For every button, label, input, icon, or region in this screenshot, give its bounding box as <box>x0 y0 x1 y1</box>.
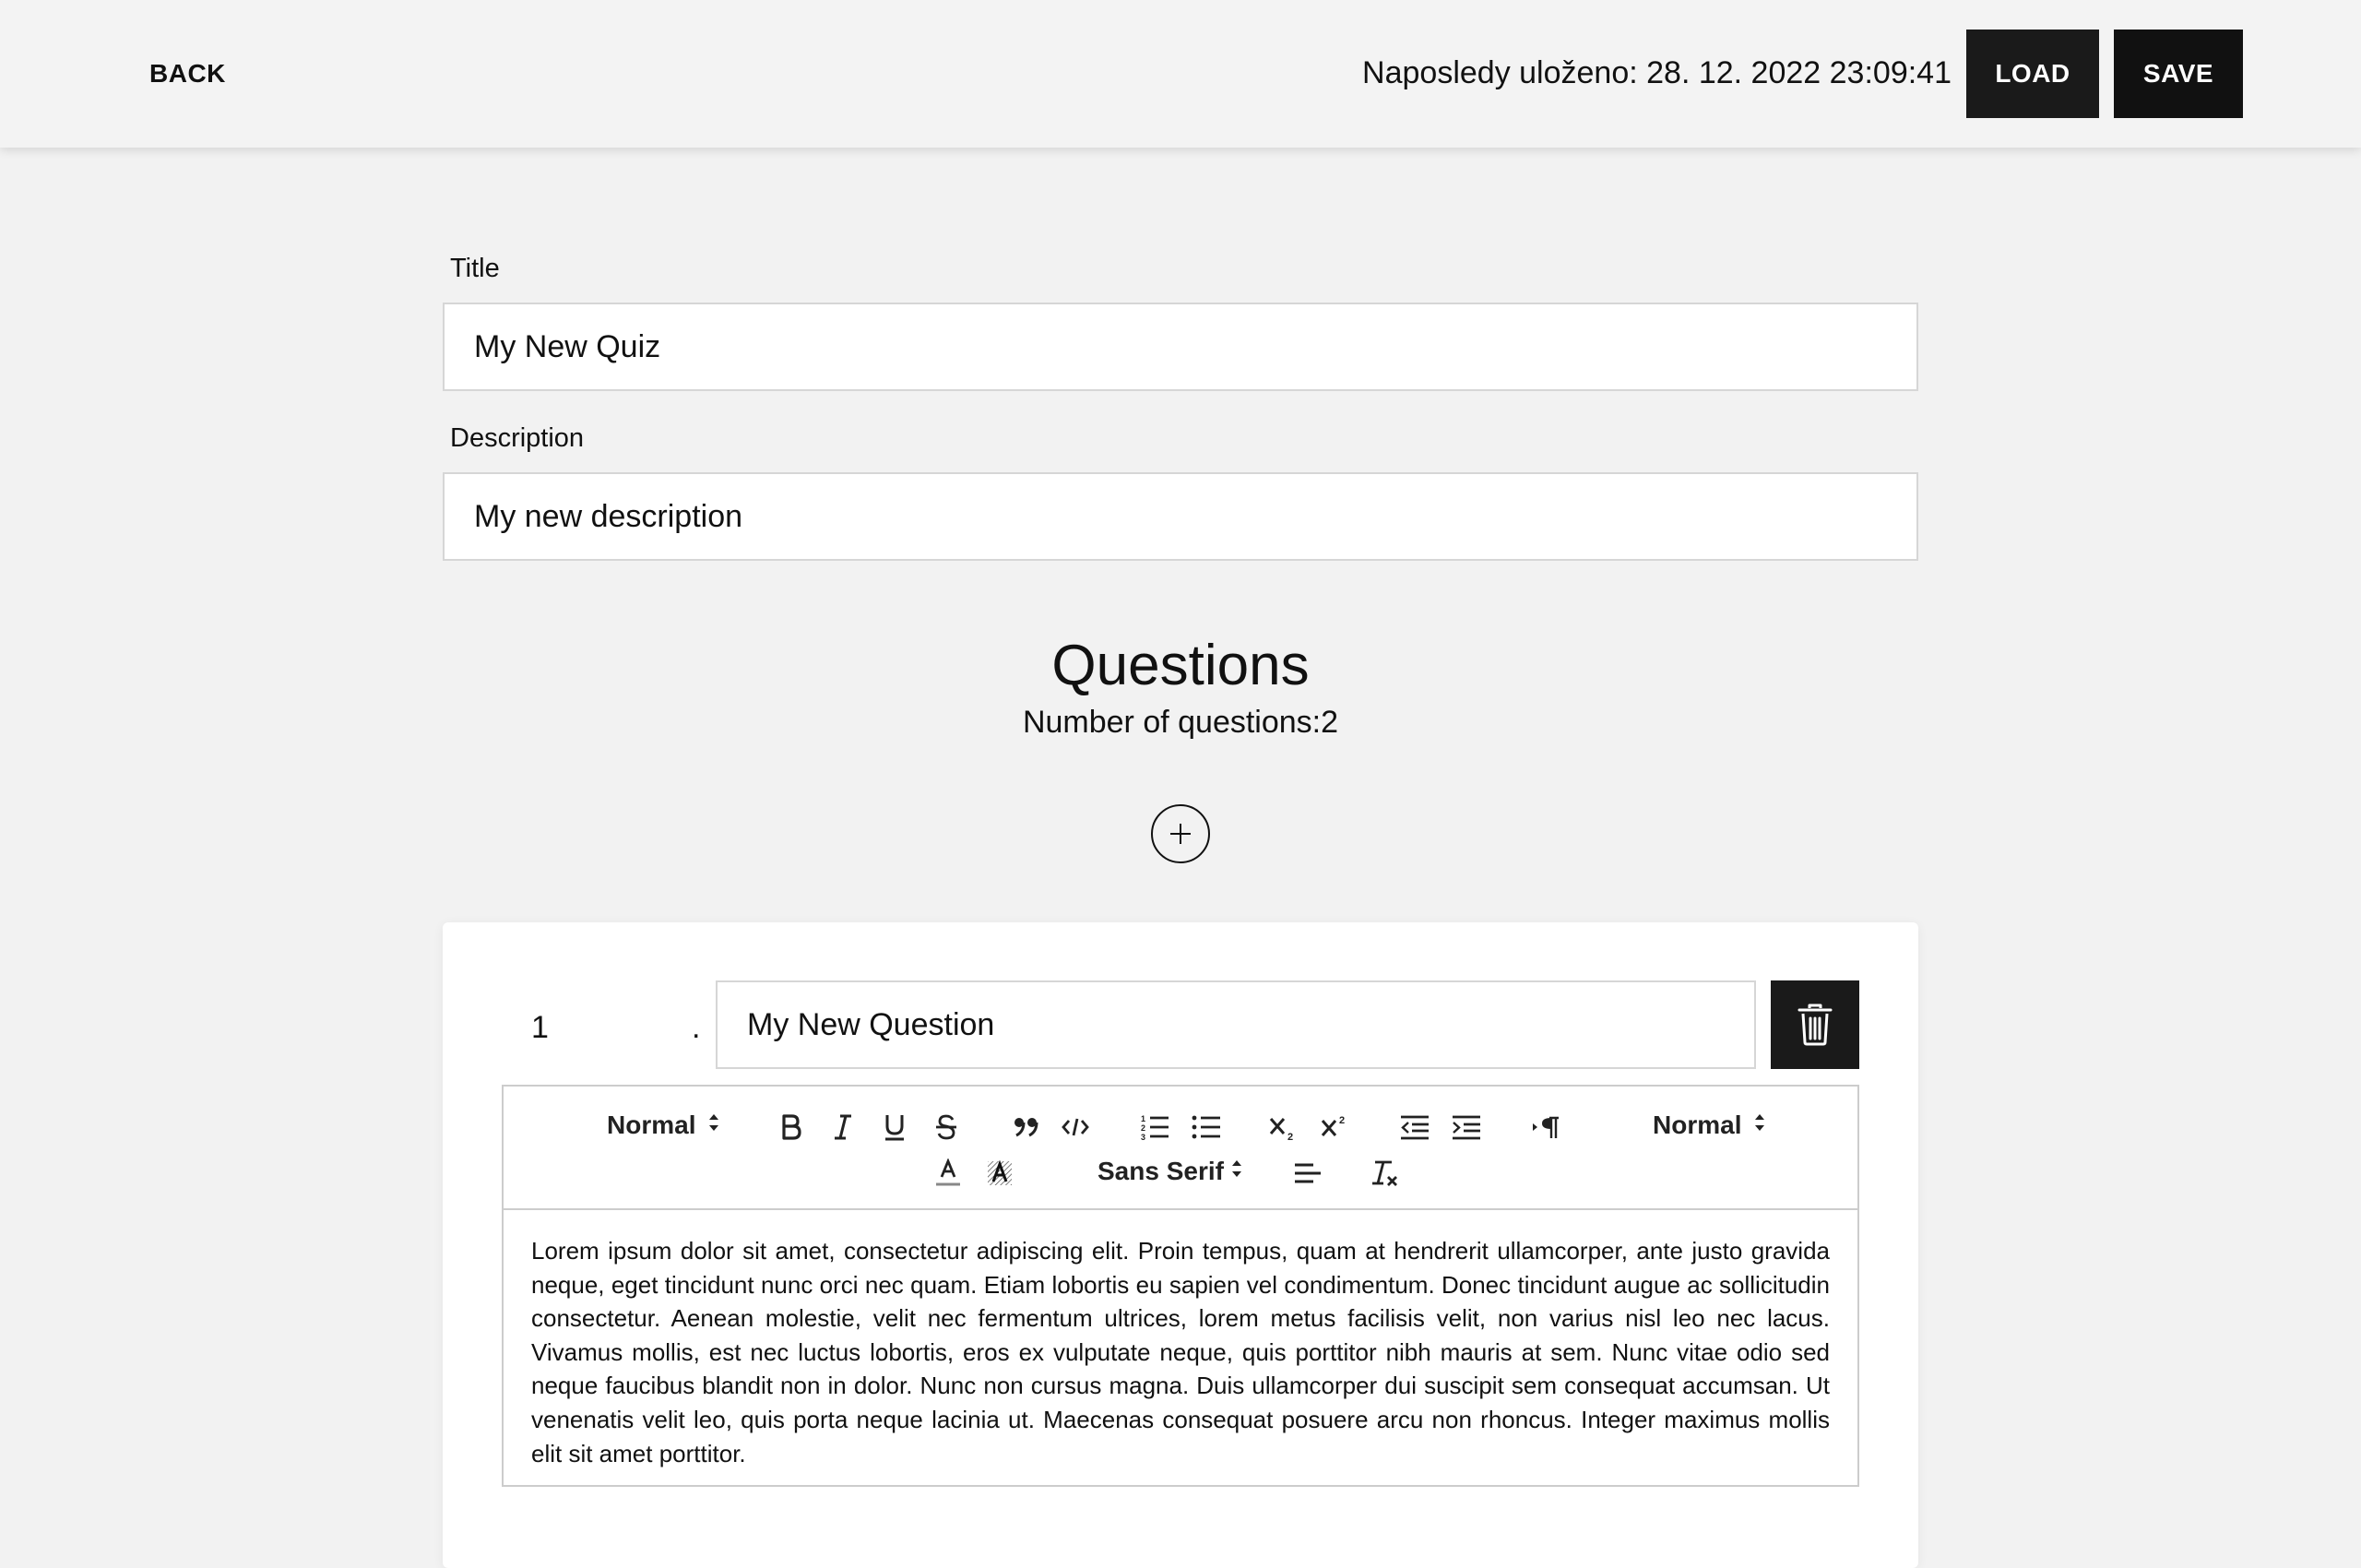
editor-toolbar: Normal 1 2 3 2 2 Normal Sans Serif <box>502 1085 1859 1210</box>
question-number-dot: . <box>692 1010 701 1045</box>
size-select[interactable]: Normal <box>1653 1111 1765 1140</box>
underline-button[interactable] <box>876 1109 913 1146</box>
bullet-list-button[interactable] <box>1188 1109 1225 1146</box>
svg-text:1: 1 <box>1141 1114 1145 1123</box>
title-label: Title <box>450 254 500 283</box>
blockquote-icon <box>1014 1118 1038 1137</box>
save-button[interactable]: SAVE <box>2114 30 2243 118</box>
blockquote-button[interactable] <box>1007 1109 1044 1146</box>
header-select[interactable]: Normal <box>607 1111 719 1140</box>
background-color-button[interactable] <box>981 1155 1018 1192</box>
superscript-button[interactable]: 2 <box>1317 1109 1354 1146</box>
background-color-icon <box>988 1159 1012 1185</box>
title-input[interactable] <box>443 303 1918 391</box>
outdent-icon <box>1401 1115 1429 1140</box>
text-color-icon <box>936 1158 960 1186</box>
indent-button[interactable] <box>1448 1109 1485 1146</box>
subscript-button[interactable]: 2 <box>1265 1109 1302 1146</box>
top-bar: BACK Naposledy uloženo: 28. 12. 2022 23:… <box>0 0 2361 148</box>
trash-icon <box>1797 1004 1833 1046</box>
plus-icon <box>1170 824 1191 844</box>
strike-button[interactable] <box>928 1109 965 1146</box>
svg-text:2: 2 <box>1339 1115 1345 1126</box>
ordered-list-icon: 1 2 3 <box>1141 1114 1169 1141</box>
rtl-icon <box>1533 1116 1559 1138</box>
select-arrows-icon <box>708 1111 719 1140</box>
svg-text:2: 2 <box>1141 1123 1145 1133</box>
svg-text:3: 3 <box>1141 1133 1145 1141</box>
question-title-input[interactable] <box>716 980 1756 1069</box>
code-block-icon <box>1062 1118 1089 1136</box>
delete-question-button[interactable] <box>1771 980 1859 1069</box>
text-color-button[interactable] <box>930 1155 967 1192</box>
svg-text:2: 2 <box>1287 1132 1293 1141</box>
clean-button[interactable] <box>1367 1155 1404 1192</box>
ordered-list-button[interactable]: 1 2 3 <box>1136 1109 1173 1146</box>
description-input[interactable] <box>443 472 1918 561</box>
question-number: 1 <box>531 1010 549 1045</box>
select-arrows-icon <box>1754 1111 1765 1140</box>
bold-button[interactable] <box>773 1109 810 1146</box>
underline-icon <box>885 1115 904 1141</box>
question-editor[interactable]: Lorem ipsum dolor sit amet, consectetur … <box>502 1210 1859 1487</box>
questions-count: Number of questions:2 <box>1022 705 1339 740</box>
font-select-value: Sans Serif <box>1097 1157 1224 1185</box>
clean-icon <box>1372 1160 1397 1186</box>
add-question-button[interactable] <box>1151 804 1210 863</box>
strike-icon <box>936 1114 956 1140</box>
question-body-text: Lorem ipsum dolor sit amet, consectetur … <box>531 1237 1830 1467</box>
select-arrows-icon <box>1231 1157 1242 1186</box>
font-select[interactable]: Sans Serif <box>1097 1157 1242 1186</box>
italic-button[interactable] <box>825 1109 861 1146</box>
back-button[interactable]: BACK <box>149 59 226 89</box>
bullet-list-icon <box>1192 1115 1220 1139</box>
indent-icon <box>1453 1115 1480 1140</box>
questions-heading: Questions <box>1051 634 1310 697</box>
description-label: Description <box>450 423 585 453</box>
direction-button[interactable] <box>1527 1109 1564 1146</box>
last-saved-status: Naposledy uloženo: 28. 12. 2022 23:09:41 <box>1362 55 1952 90</box>
superscript-icon: 2 <box>1321 1115 1345 1136</box>
code-block-button[interactable] <box>1057 1109 1094 1146</box>
subscript-icon: 2 <box>1269 1118 1293 1141</box>
load-button[interactable]: LOAD <box>1966 30 2099 118</box>
header-select-value: Normal <box>607 1111 696 1139</box>
italic-icon <box>835 1114 851 1140</box>
align-button[interactable] <box>1289 1155 1326 1192</box>
outdent-button[interactable] <box>1396 1109 1433 1146</box>
align-icon <box>1295 1163 1321 1183</box>
bold-icon <box>782 1114 801 1140</box>
size-select-value: Normal <box>1653 1111 1742 1139</box>
